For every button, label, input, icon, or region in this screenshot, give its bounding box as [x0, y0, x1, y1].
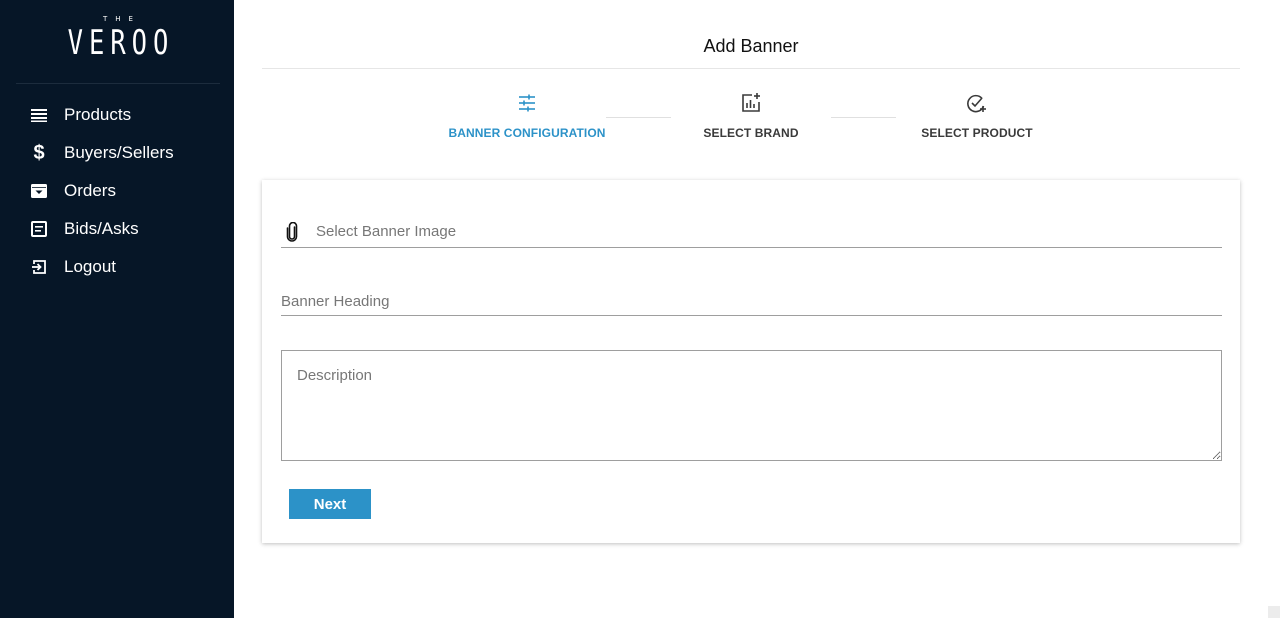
next-button[interactable]: Next	[289, 489, 371, 519]
page-title: Add Banner	[703, 36, 799, 56]
sidebar-item-label: Bids/Asks	[64, 219, 139, 238]
check-add-icon	[966, 92, 988, 114]
logo-main-text: VEROO	[67, 23, 175, 63]
sidebar-item-products[interactable]: Products	[0, 96, 234, 134]
page-header: Add Banner	[262, 0, 1240, 69]
step-label: SELECT PRODUCT	[921, 126, 1033, 140]
banner-form-card: Select Banner Image Next	[262, 180, 1240, 543]
main-content: Add Banner BANNER CONFIGURATION SELECT B…	[234, 0, 1280, 618]
sidebar-item-label: Buyers/Sellers	[64, 143, 174, 162]
banner-image-placeholder: Select Banner Image	[316, 223, 457, 240]
sidebar: THE VEROO Products $ Buyers/Sellers Orde…	[0, 0, 234, 618]
sidebar-nav: Products $ Buyers/Sellers Orders Bids/As…	[0, 96, 234, 286]
sidebar-item-bids-asks[interactable]: Bids/Asks	[0, 210, 234, 248]
step-connector	[606, 117, 671, 118]
document-lines-icon	[30, 220, 48, 238]
list-icon	[30, 106, 48, 124]
corner-scroll-handle	[1268, 606, 1280, 618]
banner-image-picker[interactable]: Select Banner Image	[281, 220, 1222, 248]
brand-logo[interactable]: THE VEROO	[16, 14, 220, 84]
dollar-icon: $	[33, 142, 45, 164]
banner-heading-field	[281, 288, 1222, 316]
stepper: BANNER CONFIGURATION SELECT BRAND SELECT…	[234, 92, 1280, 148]
banner-heading-input[interactable]	[281, 288, 1222, 314]
step-connector	[831, 117, 896, 118]
sidebar-item-label: Logout	[64, 257, 116, 276]
step-select-brand[interactable]: SELECT BRAND	[691, 92, 811, 140]
add-chart-icon	[740, 92, 762, 114]
sidebar-item-label: Orders	[64, 181, 116, 200]
step-label: SELECT BRAND	[703, 126, 799, 140]
tune-sliders-icon	[516, 92, 538, 114]
step-label: BANNER CONFIGURATION	[448, 126, 606, 140]
exit-icon	[30, 258, 48, 276]
description-textarea[interactable]	[281, 350, 1222, 461]
paperclip-icon[interactable]	[284, 221, 300, 243]
sidebar-item-orders[interactable]: Orders	[0, 172, 234, 210]
step-select-product[interactable]: SELECT PRODUCT	[917, 92, 1037, 140]
sidebar-item-logout[interactable]: Logout	[0, 248, 234, 286]
sidebar-item-buyers-sellers[interactable]: $ Buyers/Sellers	[0, 134, 234, 172]
archive-box-icon	[30, 182, 48, 200]
sidebar-item-label: Products	[64, 105, 132, 124]
description-field	[281, 350, 1222, 461]
step-banner-configuration[interactable]: BANNER CONFIGURATION	[447, 92, 607, 140]
